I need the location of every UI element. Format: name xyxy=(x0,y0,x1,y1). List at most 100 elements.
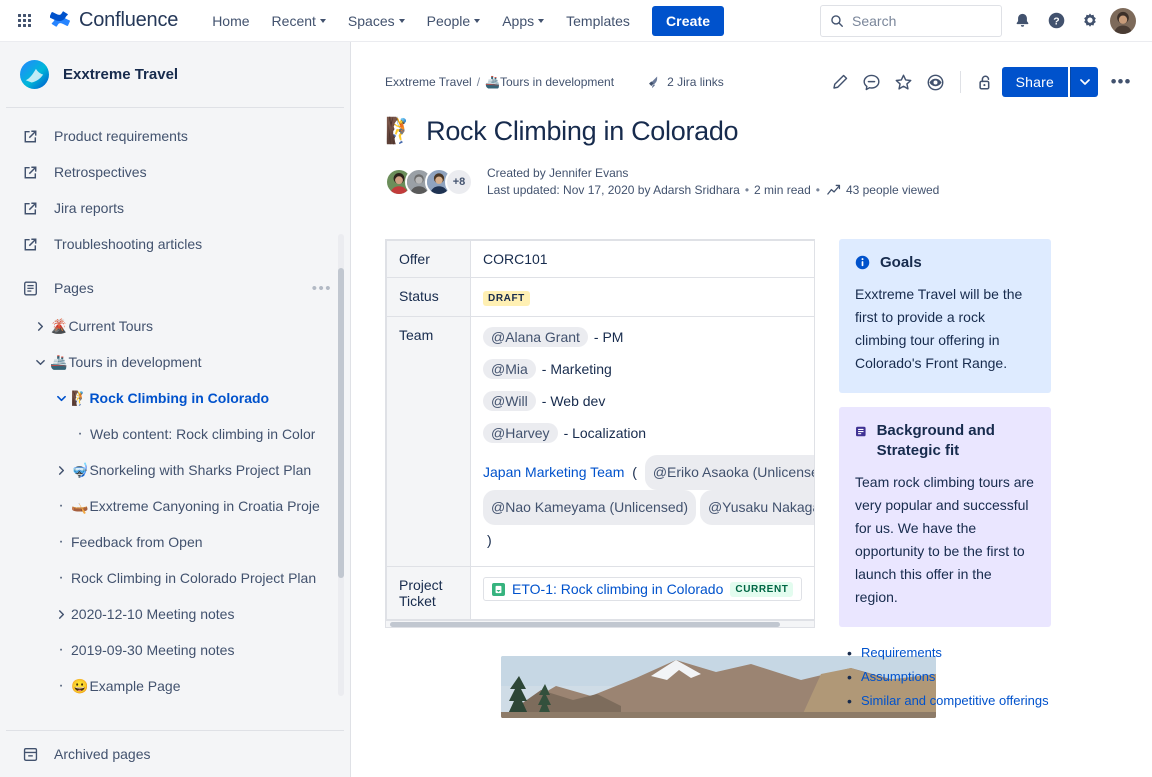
mention-chip[interactable]: @Will xyxy=(483,391,536,411)
tree-item-feedback-from-open[interactable]: · Feedback from Open xyxy=(0,524,350,560)
extra-contributors-count[interactable]: +8 xyxy=(445,168,473,196)
share-button[interactable]: Share xyxy=(1002,67,1068,97)
nav-home-label: Home xyxy=(212,13,249,29)
sidebar-item-label: Archived pages xyxy=(54,746,151,762)
jira-links-label: 2 Jira links xyxy=(667,75,724,89)
table-cell-key: Status xyxy=(387,278,471,317)
list-item: Requirements xyxy=(861,641,1051,665)
sidebar-item-label: Troubleshooting articles xyxy=(54,236,202,252)
toc-link-similar-competitive-offerings[interactable]: Similar and competitive offerings xyxy=(861,693,1049,708)
sidebar-item-label: Jira reports xyxy=(54,200,124,216)
note-icon xyxy=(855,424,867,439)
info-circle-icon xyxy=(855,255,870,270)
chevron-right-icon[interactable] xyxy=(51,466,71,475)
sidebar-item-jira-reports[interactable]: Jira reports xyxy=(0,190,350,226)
star-icon[interactable] xyxy=(889,67,919,97)
comment-icon[interactable] xyxy=(857,67,887,97)
member-role: - PM xyxy=(590,329,628,345)
chevron-right-icon[interactable] xyxy=(30,322,50,331)
help-icon[interactable]: ? xyxy=(1042,7,1070,35)
member-role: - Marketing xyxy=(538,361,616,377)
nav-apps[interactable]: Apps xyxy=(492,7,554,35)
panel-header: Goals xyxy=(855,253,1035,273)
settings-gear-icon[interactable] xyxy=(1076,7,1104,35)
nav-home[interactable]: Home xyxy=(202,7,259,35)
nav-recent[interactable]: Recent xyxy=(262,7,336,35)
create-button[interactable]: Create xyxy=(652,6,724,36)
tree-item-tours-in-development[interactable]: 🚢 Tours in development xyxy=(0,344,350,380)
chevron-down-icon xyxy=(399,19,405,23)
tree-item-label: Snorkeling with Sharks Project Plan xyxy=(89,462,311,478)
share-dropdown-button[interactable] xyxy=(1070,67,1098,97)
mention-chip[interactable]: @Alana Grant xyxy=(483,327,588,347)
table-cell-key: Team xyxy=(387,317,471,567)
app-body: Exxtreme Travel Product requirements Ret… xyxy=(0,42,1152,777)
chevron-right-icon[interactable] xyxy=(51,610,71,619)
tree-item-rock-climbing-in-colorado[interactable]: 🧗 Rock Climbing in Colorado xyxy=(0,380,350,416)
confluence-logo-home-link[interactable]: Confluence xyxy=(50,9,178,32)
table-scrollbar-thumb[interactable] xyxy=(390,622,780,627)
sidebar-scrollbar-thumb[interactable] xyxy=(338,268,344,578)
member-role: - Web dev xyxy=(538,393,610,409)
toc-link-assumptions[interactable]: Assumptions xyxy=(861,669,935,684)
watch-icon[interactable] xyxy=(921,67,951,97)
chevron-down-icon xyxy=(538,19,544,23)
panel-title: Background and Strategic fit xyxy=(877,421,1035,461)
sidebar-item-retrospectives[interactable]: Retrospectives xyxy=(0,154,350,190)
contributor-avatars: +8 xyxy=(385,168,473,196)
tree-item-label: Tours in development xyxy=(68,354,201,370)
sidebar-section-pages[interactable]: Pages ••• xyxy=(0,270,350,306)
jira-links-badge[interactable]: 2 Jira links xyxy=(647,75,724,89)
chevron-down-icon[interactable] xyxy=(30,358,50,367)
tree-item-example-page[interactable]: · 😀 Example Page xyxy=(0,668,350,704)
space-avatar-image xyxy=(20,60,49,89)
edit-page-icon[interactable] xyxy=(825,67,855,97)
analytics-chart-icon xyxy=(827,184,841,197)
tree-item-2019-09-30-meeting-notes[interactable]: · 2019-09-30 Meeting notes xyxy=(0,632,350,668)
tree-item-snorkeling-with-sharks[interactable]: 🤿 Snorkeling with Sharks Project Plan xyxy=(0,452,350,488)
breadcrumb-item-space[interactable]: Exxtreme Travel xyxy=(385,75,472,89)
table-horizontal-scrollbar[interactable] xyxy=(386,620,814,627)
team-member-row: @Harvey - Localization xyxy=(483,423,815,443)
group-paren-close: ) xyxy=(483,532,496,548)
sidebar-item-archived-pages[interactable]: Archived pages xyxy=(0,731,350,777)
tree-item-web-content-rock-climbing[interactable]: · Web content: Rock climbing in Color xyxy=(0,416,350,452)
jira-issue-title: ETO-1: Rock climbing in Colorado xyxy=(512,581,723,597)
confluence-app: Confluence Home Recent Spaces People App… xyxy=(0,0,1152,777)
page-more-actions-button[interactable]: ••• xyxy=(1106,67,1136,97)
sidebar-item-product-requirements[interactable]: Product requirements xyxy=(0,118,350,154)
external-link-icon xyxy=(20,200,40,217)
pages-more-actions-icon[interactable]: ••• xyxy=(310,279,334,298)
avatar[interactable] xyxy=(1110,8,1136,34)
byline-separator: • xyxy=(816,182,820,199)
tree-item-exxtreme-canyoning-croatia[interactable]: · 🛶 Exxtreme Canyoning in Croatia Proje xyxy=(0,488,350,524)
sidebar-item-troubleshooting-articles[interactable]: Troubleshooting articles xyxy=(0,226,350,262)
breadcrumb-item-parent[interactable]: 🚢Tours in development xyxy=(485,75,614,89)
nav-people[interactable]: People xyxy=(417,7,491,35)
list-item: Assumptions xyxy=(861,665,1051,689)
toc-link-requirements[interactable]: Requirements xyxy=(861,645,942,660)
jira-issue-chip[interactable]: ETO-1: Rock climbing in Colorado CURRENT xyxy=(483,577,802,601)
mention-chip[interactable]: @Eriko Asaoka (Unlicensed) xyxy=(645,455,815,490)
table-row: Project Ticket ETO-1: Rock climbing in C… xyxy=(387,567,816,620)
japan-marketing-team-link[interactable]: Japan Marketing Team xyxy=(483,464,624,480)
panel-title: Goals xyxy=(880,253,922,273)
space-header[interactable]: Exxtreme Travel xyxy=(0,42,350,107)
search-input[interactable]: Search xyxy=(820,5,1002,37)
tree-item-current-tours[interactable]: 🌋 Current Tours xyxy=(0,308,350,344)
page-header-row: Exxtreme Travel / 🚢Tours in development … xyxy=(351,66,1152,98)
tree-item-rock-climbing-project-plan[interactable]: · Rock Climbing in Colorado Project Plan xyxy=(0,560,350,596)
notifications-bell-icon[interactable] xyxy=(1008,7,1036,35)
nav-templates[interactable]: Templates xyxy=(556,7,640,35)
table-cell-value-status: DRAFT xyxy=(471,278,816,317)
app-switcher-icon[interactable] xyxy=(12,9,36,33)
mention-chip[interactable]: @Yusaku Nakagawa (Unlicensed) xyxy=(700,490,815,525)
tree-item-2020-12-10-meeting-notes[interactable]: 2020-12-10 Meeting notes xyxy=(0,596,350,632)
nav-spaces[interactable]: Spaces xyxy=(338,7,415,35)
archive-box-icon xyxy=(20,746,40,763)
mention-chip[interactable]: @Nao Kameyama (Unlicensed) xyxy=(483,490,696,525)
chevron-down-icon[interactable] xyxy=(51,394,71,403)
mention-chip[interactable]: @Harvey xyxy=(483,423,558,443)
mention-chip[interactable]: @Mia xyxy=(483,359,536,379)
restrictions-unlock-icon[interactable] xyxy=(970,67,1000,97)
